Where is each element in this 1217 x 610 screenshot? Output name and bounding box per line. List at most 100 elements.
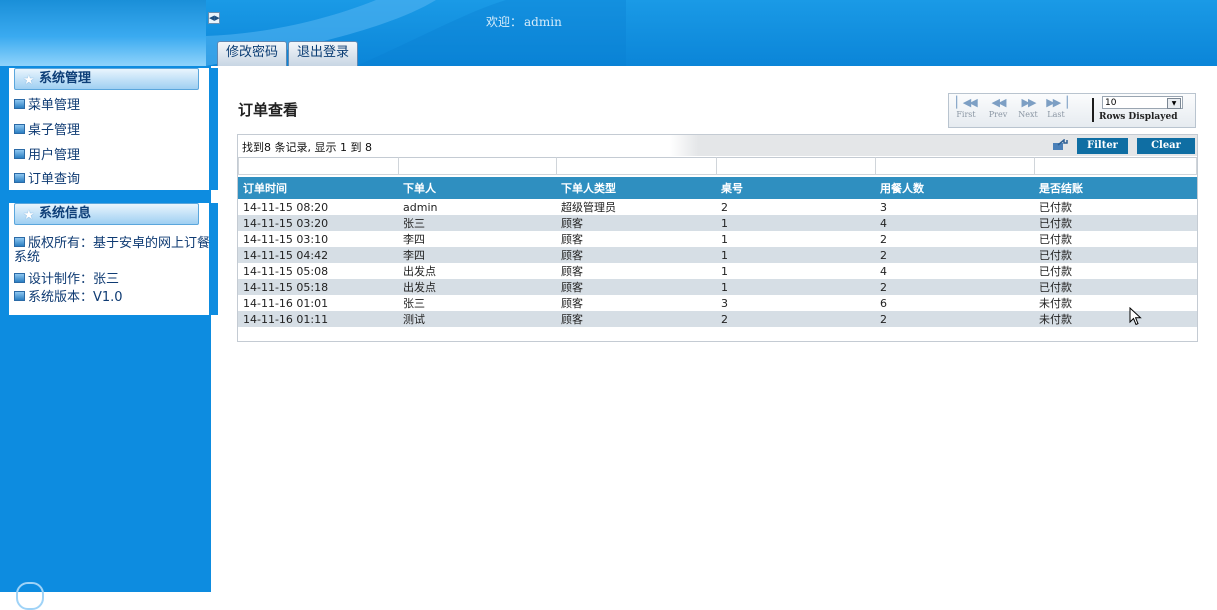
bullet-square-icon [14,291,25,301]
table-row[interactable]: 14-11-16 01:01 张三 顾客 3 6 未付款 [238,295,1197,311]
cell-order-time: 14-11-15 03:10 [243,232,329,246]
cell-order-time: 14-11-15 08:20 [243,200,329,214]
cell-orderer: 张三 [403,297,425,310]
column-header-diner-count[interactable]: 用餐人数 [875,177,1034,199]
record-count-text: 找到8 条记录, 显示 1 到 8 [242,141,372,154]
rows-displayed-label: Rows Displayed [1099,112,1178,122]
bullet-square-icon [14,173,25,183]
first-page-icon: ▏◀◀ [956,96,977,109]
bottom-circle-icon [16,582,44,610]
table-row[interactable]: 14-11-15 08:20 admin 超级管理员 2 3 已付款 [238,199,1197,215]
table-header-row: 订单时间 下单人 下单人类型 桌号 用餐人数 是否结账 [238,177,1197,199]
system-management-panel: ★ 系统管理 菜单管理 桌子管理 用户管理 订单查询 [6,68,218,190]
info-copyright-text: 版权所有：基于安卓的网上订餐系统 [14,236,211,265]
system-management-header[interactable]: ★ 系统管理 [14,68,199,90]
welcome-text: 欢迎： admin [484,13,562,30]
column-header-table-number[interactable]: 桌号 [716,177,875,199]
cell-table-number: 1 [721,232,728,246]
panel-title: 系统管理 [39,71,92,86]
star-icon: ★ [23,208,35,223]
next-page-label: Next [1018,110,1038,119]
pagination-toolbar: ▏◀◀ First ◀◀ Prev ▶▶ Next ▶▶▕ Last 10 ▼ Rows… [948,93,1196,128]
info-designer-text: 设计制作：张三 [28,272,120,287]
cell-paid-status: 已付款 [1039,233,1072,246]
export-icon[interactable] [1052,139,1068,151]
cell-orderer-type: 顾客 [556,311,716,327]
cell-table-number: 2 [721,200,728,214]
last-page-label: Last [1047,110,1065,119]
table-row[interactable]: 14-11-15 05:08 出发点 顾客 1 4 已付款 [238,263,1197,279]
next-page-button[interactable]: ▶▶ Next [1013,96,1043,119]
table-row[interactable]: 14-11-15 03:10 李四 顾客 1 2 已付款 [238,231,1197,247]
column-header-orderer-type[interactable]: 下单人类型 [556,177,716,199]
filter-button[interactable]: Filter [1077,138,1128,154]
cell-diner-count: 2 [875,311,1034,327]
cell-order-time: 14-11-15 03:20 [238,215,398,231]
column-header-paid-status[interactable]: 是否结账 [1034,177,1197,199]
filter-cell-orderer-type[interactable] [556,157,717,175]
pager-divider [1092,98,1094,122]
change-password-button[interactable]: 修改密码 [217,41,288,66]
cell-order-time: 14-11-15 05:08 [243,264,329,278]
cell-paid-status: 未付款 [1039,297,1072,310]
filter-cell-orderer[interactable] [398,157,557,175]
prev-page-label: Prev [988,110,1008,119]
system-info-panel: ★ 系统信息 版权所有：基于安卓的网上订餐系统 设计制作：张三 系统版本：V1.0 [6,203,218,315]
table-row[interactable]: 14-11-16 01:11 测试 顾客 2 2 未付款 [238,311,1197,327]
info-version: 系统版本：V1.0 [14,291,210,305]
sidebar-item-table-management[interactable]: 桌子管理 [14,123,80,139]
cell-paid-status: 未付款 [1034,311,1197,327]
rows-displayed-select[interactable]: 10 ▼ [1102,96,1183,109]
sidebar-item-label: 订单查询 [28,172,81,187]
cell-paid-status: 已付款 [1034,247,1197,263]
header-left-gradient [0,0,206,66]
cell-table-number: 1 [721,264,728,278]
rows-value: 10 [1105,98,1117,108]
cell-table-number: 1 [716,279,875,295]
cell-orderer-type: 顾客 [556,215,716,231]
filter-cell-diner-count[interactable] [875,157,1035,175]
cell-table-number: 1 [716,215,875,231]
column-header-order-time[interactable]: 订单时间 [238,177,398,199]
cell-orderer-type: 超级管理员 [561,201,616,214]
table-row[interactable]: 14-11-15 03:20 张三 顾客 1 4 已付款 [238,215,1197,231]
cell-orderer: 李四 [398,247,556,263]
top-header: ◀▶ 欢迎： admin 修改密码 退出登录 [0,0,1217,66]
logout-button[interactable]: 退出登录 [288,41,359,66]
panel-title: 系统信息 [39,206,92,221]
filter-cell-order-time[interactable] [238,157,399,175]
sidebar-toggle-icon[interactable]: ◀▶ [208,12,220,24]
sidebar-item-user-management[interactable]: 用户管理 [14,148,80,164]
cell-orderer-type: 顾客 [561,233,583,246]
cell-orderer: admin [403,200,438,214]
cell-diner-count: 4 [880,264,887,278]
prev-page-button[interactable]: ◀◀ Prev [983,96,1013,119]
bullet-square-icon [14,149,25,159]
table-row[interactable]: 14-11-15 04:42 李四 顾客 1 2 已付款 [238,247,1197,263]
clear-button[interactable]: Clear [1137,138,1195,154]
cell-table-number: 2 [716,311,875,327]
cell-diner-count: 4 [875,215,1034,231]
next-page-icon: ▶▶ [1021,96,1037,109]
filter-cell-table-number[interactable] [716,157,876,175]
last-page-button[interactable]: ▶▶▕ Last [1041,96,1071,119]
star-icon: ★ [23,73,35,88]
info-copyright: 版权所有：基于安卓的网上订餐系统 [14,237,210,265]
cell-paid-status: 已付款 [1034,279,1197,295]
grid-toolbar: 找到8 条记录, 显示 1 到 8 Filter Clear [238,135,1197,156]
table-row[interactable]: 14-11-15 05:18 出发点 顾客 1 2 已付款 [238,279,1197,295]
filter-cell-paid-status[interactable] [1034,157,1197,175]
sidebar-item-menu-management[interactable]: 菜单管理 [14,98,80,114]
bullet-square-icon [14,99,25,109]
system-info-header[interactable]: ★ 系统信息 [14,203,199,225]
first-page-label: First [956,110,976,119]
cell-diner-count: 2 [880,232,887,246]
info-designer: 设计制作：张三 [14,273,210,287]
sidebar-item-order-query[interactable]: 订单查询 [14,172,80,188]
cell-diner-count: 2 [875,279,1034,295]
cell-paid-status: 已付款 [1034,215,1197,231]
cell-diner-count: 3 [880,200,887,214]
first-page-button[interactable]: ▏◀◀ First [951,96,981,119]
column-header-orderer[interactable]: 下单人 [398,177,556,199]
cell-order-time: 14-11-15 04:42 [238,247,398,263]
